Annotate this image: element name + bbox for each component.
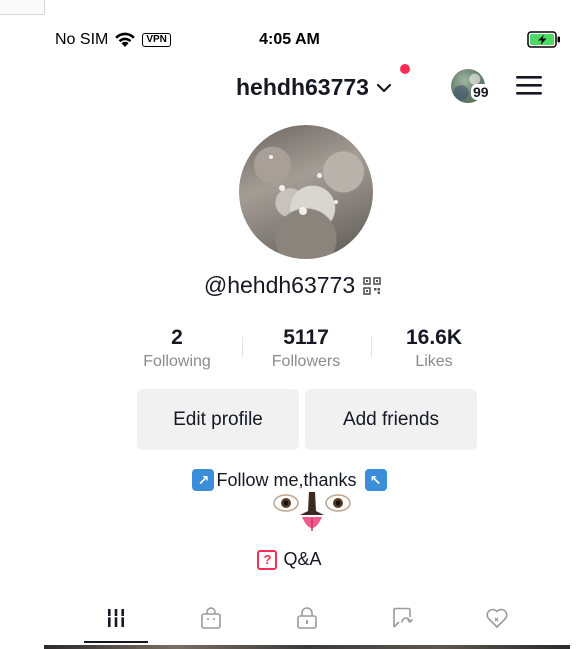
tab-videos[interactable] bbox=[63, 600, 168, 644]
status-bar: No SIM VPN 4:05 AM bbox=[0, 28, 579, 54]
corner-frame bbox=[0, 0, 45, 15]
stat-likes[interactable]: 16.6K Likes bbox=[379, 325, 489, 373]
profile-avatar[interactable] bbox=[239, 125, 373, 259]
avatar-sparkle bbox=[279, 185, 285, 191]
story-avatar-button[interactable]: 99 bbox=[451, 69, 491, 103]
stat-label: Followers bbox=[271, 353, 341, 370]
tab-shop[interactable] bbox=[158, 600, 263, 644]
avatar-sparkle bbox=[317, 173, 322, 178]
stat-value: 16.6K bbox=[405, 326, 463, 349]
liked-heart-icon bbox=[485, 608, 508, 628]
profile-header: hehdh63773 99 bbox=[0, 62, 579, 114]
profile-handle: @hehdh63773 bbox=[203, 272, 356, 298]
arrow-up-left-icon: ↖ bbox=[364, 469, 387, 491]
shop-bag-icon bbox=[200, 607, 221, 629]
story-count-badge: 99 bbox=[471, 84, 491, 100]
stat-following[interactable]: 2 Following bbox=[122, 325, 232, 373]
edit-profile-button[interactable]: Edit profile bbox=[137, 389, 299, 450]
stat-divider bbox=[371, 337, 372, 357]
avatar-sparkle bbox=[269, 155, 273, 159]
video-grid-preview bbox=[44, 645, 570, 649]
avatar-sparkle bbox=[334, 200, 338, 204]
qa-link[interactable]: ? Q&A bbox=[0, 549, 579, 570]
question-icon: ? bbox=[257, 549, 278, 570]
username-title: hehdh63773 bbox=[236, 74, 369, 100]
hamburger-menu-icon[interactable] bbox=[515, 74, 543, 96]
vpn-badge: VPN bbox=[142, 33, 171, 47]
wifi-icon bbox=[115, 32, 136, 47]
bio: ↗ Follow me,thanks ↖ bbox=[0, 469, 579, 491]
add-friends-button[interactable]: Add friends bbox=[305, 389, 477, 450]
active-tab-indicator bbox=[84, 641, 148, 643]
stat-divider bbox=[242, 337, 243, 357]
bio-text: Follow me,thanks bbox=[216, 469, 357, 490]
carrier-label: No SIM bbox=[55, 31, 109, 48]
tab-liked[interactable] bbox=[444, 600, 549, 644]
notification-dot bbox=[400, 64, 410, 74]
account-switcher[interactable]: hehdh63773 bbox=[236, 74, 393, 101]
reposts-icon bbox=[392, 607, 413, 628]
profile-stats: 2 Following 5117 Followers 16.6K Likes bbox=[0, 325, 579, 375]
qr-code-icon[interactable] bbox=[363, 276, 381, 295]
profile-screen: No SIM VPN 4:05 AM hehdh63773 99 @hehdh6… bbox=[0, 0, 579, 649]
stat-followers[interactable]: 5117 Followers bbox=[251, 325, 361, 373]
arrow-up-right-icon: ↗ bbox=[192, 469, 215, 491]
chevron-down-icon bbox=[376, 83, 392, 92]
tongue-face-icon bbox=[273, 492, 351, 531]
handle-row: @hehdh63773 bbox=[0, 272, 579, 299]
videos-grid-icon bbox=[105, 609, 126, 627]
stat-value: 5117 bbox=[283, 326, 329, 349]
tab-reposts[interactable] bbox=[349, 600, 454, 644]
tab-private[interactable] bbox=[254, 600, 359, 644]
stat-label: Following bbox=[143, 353, 211, 370]
battery-charging-icon bbox=[527, 31, 560, 48]
qa-label: Q&A bbox=[283, 549, 322, 569]
stat-value: 2 bbox=[171, 326, 183, 349]
carrier-group: No SIM VPN bbox=[55, 31, 171, 49]
avatar-sparkle bbox=[299, 207, 307, 215]
stat-label: Likes bbox=[415, 353, 453, 370]
private-lock-icon bbox=[296, 607, 317, 629]
content-tabs bbox=[44, 600, 570, 644]
